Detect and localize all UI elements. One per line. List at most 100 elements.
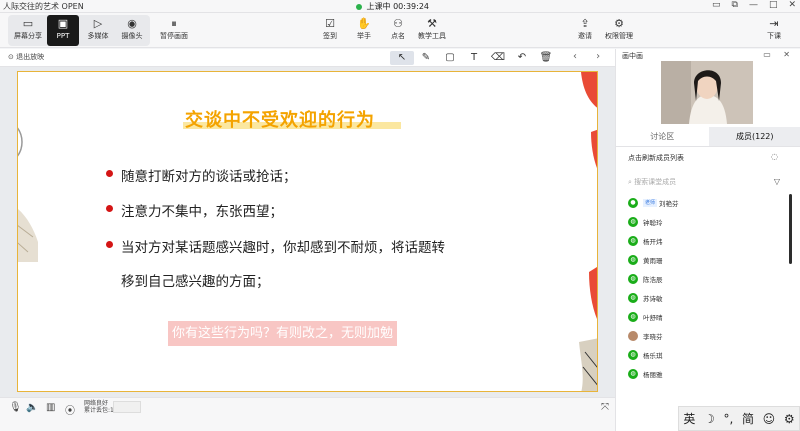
speaker-icon[interactable]: 🔈: [26, 402, 38, 413]
close-icon[interactable]: ✕: [788, 0, 796, 10]
list-item[interactable]: ◍ 叶舒晴: [628, 311, 788, 327]
tab-members[interactable]: 成员(122): [708, 127, 800, 146]
exit-presentation-label: 退出放映: [16, 53, 45, 61]
mic-icon[interactable]: 🎙: [9, 402, 22, 413]
invite-icon: ⇪: [580, 17, 590, 30]
punctuation-icon[interactable]: °,: [723, 412, 733, 426]
pause-screen-icon: ⏸: [171, 17, 177, 30]
multimedia-button[interactable]: ▷ 多媒体: [80, 15, 116, 46]
ime-language-toggle[interactable]: 英: [683, 410, 695, 427]
emoji-icon[interactable]: ☺: [763, 412, 776, 426]
member-name: 杨开炜: [643, 238, 663, 246]
member-list-scrollbar[interactable]: [789, 194, 792, 264]
refresh-icon[interactable]: ◌: [771, 152, 778, 161]
pause-screen-button[interactable]: ⏸ 暂停画面: [156, 15, 192, 46]
refresh-members-link[interactable]: 点击刷新成员列表: [628, 153, 684, 163]
maximize-icon[interactable]: □: [769, 0, 778, 10]
list-item[interactable]: ● 老师 刘艳芬: [628, 197, 788, 213]
slide: 交谈中不受欢迎的行为 随意打断对方的谈话或抢话； 注意力不集中，东张西望； 当对…: [17, 71, 598, 392]
roll-call-icon: ⚇: [393, 17, 403, 30]
tab-discussion[interactable]: 讨论区: [616, 127, 709, 146]
end-class-icon: ⇥: [769, 17, 779, 30]
raise-hand-button[interactable]: ✋ 举手: [346, 15, 382, 46]
checkin-icon: ☑: [325, 17, 335, 30]
screen-share-button[interactable]: ▭ 屏幕分享: [10, 15, 46, 46]
eraser-tool-icon[interactable]: ⌫: [486, 51, 510, 65]
fullscreen-icon[interactable]: ⤧: [601, 402, 609, 413]
bullet-dot: [106, 170, 113, 177]
shape-tool-icon[interactable]: ▢: [438, 51, 462, 65]
checkin-button[interactable]: ☑ 签到: [312, 15, 348, 46]
camera-button[interactable]: ◉ 摄像头: [114, 15, 150, 46]
exit-presentation-button[interactable]: ⊙ 退出放映: [8, 52, 44, 62]
member-name: 黄雨珊: [643, 257, 663, 265]
member-name: 杨乐琪: [643, 352, 663, 360]
app-window: 人际交往的艺术 OPEN 上课中 00:39:24 ▭ ⧉ — □ ✕ ▭ 屏幕…: [0, 0, 800, 431]
member-name: 刘艳芬: [659, 200, 679, 208]
minimize-to-bar-icon[interactable]: ▭: [712, 0, 721, 10]
panel-tabs: 讨论区 成员(122): [616, 127, 800, 147]
pip-controls[interactable]: ▭ ✕: [763, 50, 795, 59]
live-indicator-icon: [356, 3, 362, 10]
ppt-icon: ▣: [57, 17, 69, 30]
permission-button[interactable]: ⚙ 权限管理: [601, 15, 637, 46]
list-item[interactable]: ◍ 钟聪玲: [628, 216, 788, 232]
list-item[interactable]: ◍ 苏诗敏: [628, 292, 788, 308]
invite-button[interactable]: ⇪ 邀请: [567, 15, 603, 46]
teaching-tools-label: 教学工具: [418, 32, 446, 40]
restore-icon[interactable]: ⧉: [732, 0, 738, 10]
wechat-icon: ◍: [628, 350, 638, 360]
stats-icon[interactable]: ▥: [46, 402, 55, 413]
teacher-badge: 老师: [643, 199, 658, 207]
left-decoration: [18, 127, 38, 262]
camera-icon: ◉: [127, 17, 137, 30]
list-item[interactable]: ◍ 杨丽雅: [628, 368, 788, 384]
class-status: 上课中 00:39:24: [356, 1, 429, 12]
member-search-input[interactable]: ⌕ 搜索课堂成员: [628, 176, 778, 189]
list-item[interactable]: ◍ 杨乐琪: [628, 349, 788, 365]
annotation-tools: ↖ ✎ ▢ T ⌫ ↶ 🗑: [390, 51, 558, 65]
list-item[interactable]: ◍ 陈浩辰: [628, 273, 788, 289]
teacher-video: [661, 61, 753, 124]
roll-call-button[interactable]: ⚇ 点名: [380, 15, 416, 46]
window-controls: ▭ ⧉ — □ ✕: [712, 0, 796, 10]
end-class-button[interactable]: ⇥ 下课: [756, 15, 792, 46]
class-timer: 00:39:24: [393, 2, 430, 11]
list-item[interactable]: 李晓芬: [628, 330, 788, 346]
avatar: ●: [628, 198, 638, 208]
teaching-tools-button[interactable]: ⚒ 教学工具: [414, 15, 450, 46]
multimedia-icon: ▷: [93, 17, 103, 30]
clear-tool-icon[interactable]: 🗑: [534, 51, 558, 65]
screen-share-icon: ▭: [22, 17, 34, 30]
location-icon[interactable]: ⦿: [65, 402, 75, 417]
permission-label: 权限管理: [605, 32, 633, 40]
wechat-icon: ◍: [628, 236, 638, 246]
camera-label: 摄像头: [121, 32, 143, 40]
bullet-text: 当对方对某话题感兴趣时，你却感到不耐烦，将话题转: [121, 240, 445, 256]
list-item[interactable]: ◍ 黄雨珊: [628, 254, 788, 270]
raise-hand-label: 举手: [357, 32, 371, 40]
pointer-tool-icon[interactable]: ↖: [390, 51, 414, 65]
list-item[interactable]: ◍ 杨开炜: [628, 235, 788, 251]
permission-icon: ⚙: [614, 17, 624, 30]
multimedia-label: 多媒体: [87, 32, 109, 40]
pen-tool-icon[interactable]: ✎: [414, 51, 438, 65]
ppt-button[interactable]: ▣ PPT: [47, 15, 79, 46]
undo-tool-icon[interactable]: ↶: [510, 51, 534, 65]
bullet-text: 注意力不集中，东张西望；: [121, 204, 283, 220]
wechat-icon: ◍: [628, 312, 638, 322]
slide-nav-arrows[interactable]: ‹ ›: [573, 51, 608, 62]
text-tool-icon[interactable]: T: [462, 51, 486, 65]
title-bar: 人际交往的艺术 OPEN 上课中 00:39:24 ▭ ⧉ — □ ✕: [0, 0, 800, 13]
settings-icon[interactable]: ⚙: [784, 412, 795, 426]
wechat-icon: ◍: [628, 217, 638, 227]
bullet-text: 移到自己感兴趣的方面；: [121, 274, 270, 290]
roll-call-label: 点名: [391, 32, 405, 40]
bullet-dot: [106, 241, 113, 248]
moon-icon[interactable]: ☽: [704, 412, 715, 426]
filter-icon[interactable]: ▽: [774, 177, 780, 186]
minimize-icon[interactable]: —: [749, 0, 758, 10]
member-name: 李晓芬: [643, 333, 663, 341]
ime-simplified-toggle[interactable]: 简: [742, 410, 754, 427]
member-name: 苏诗敏: [643, 295, 663, 303]
